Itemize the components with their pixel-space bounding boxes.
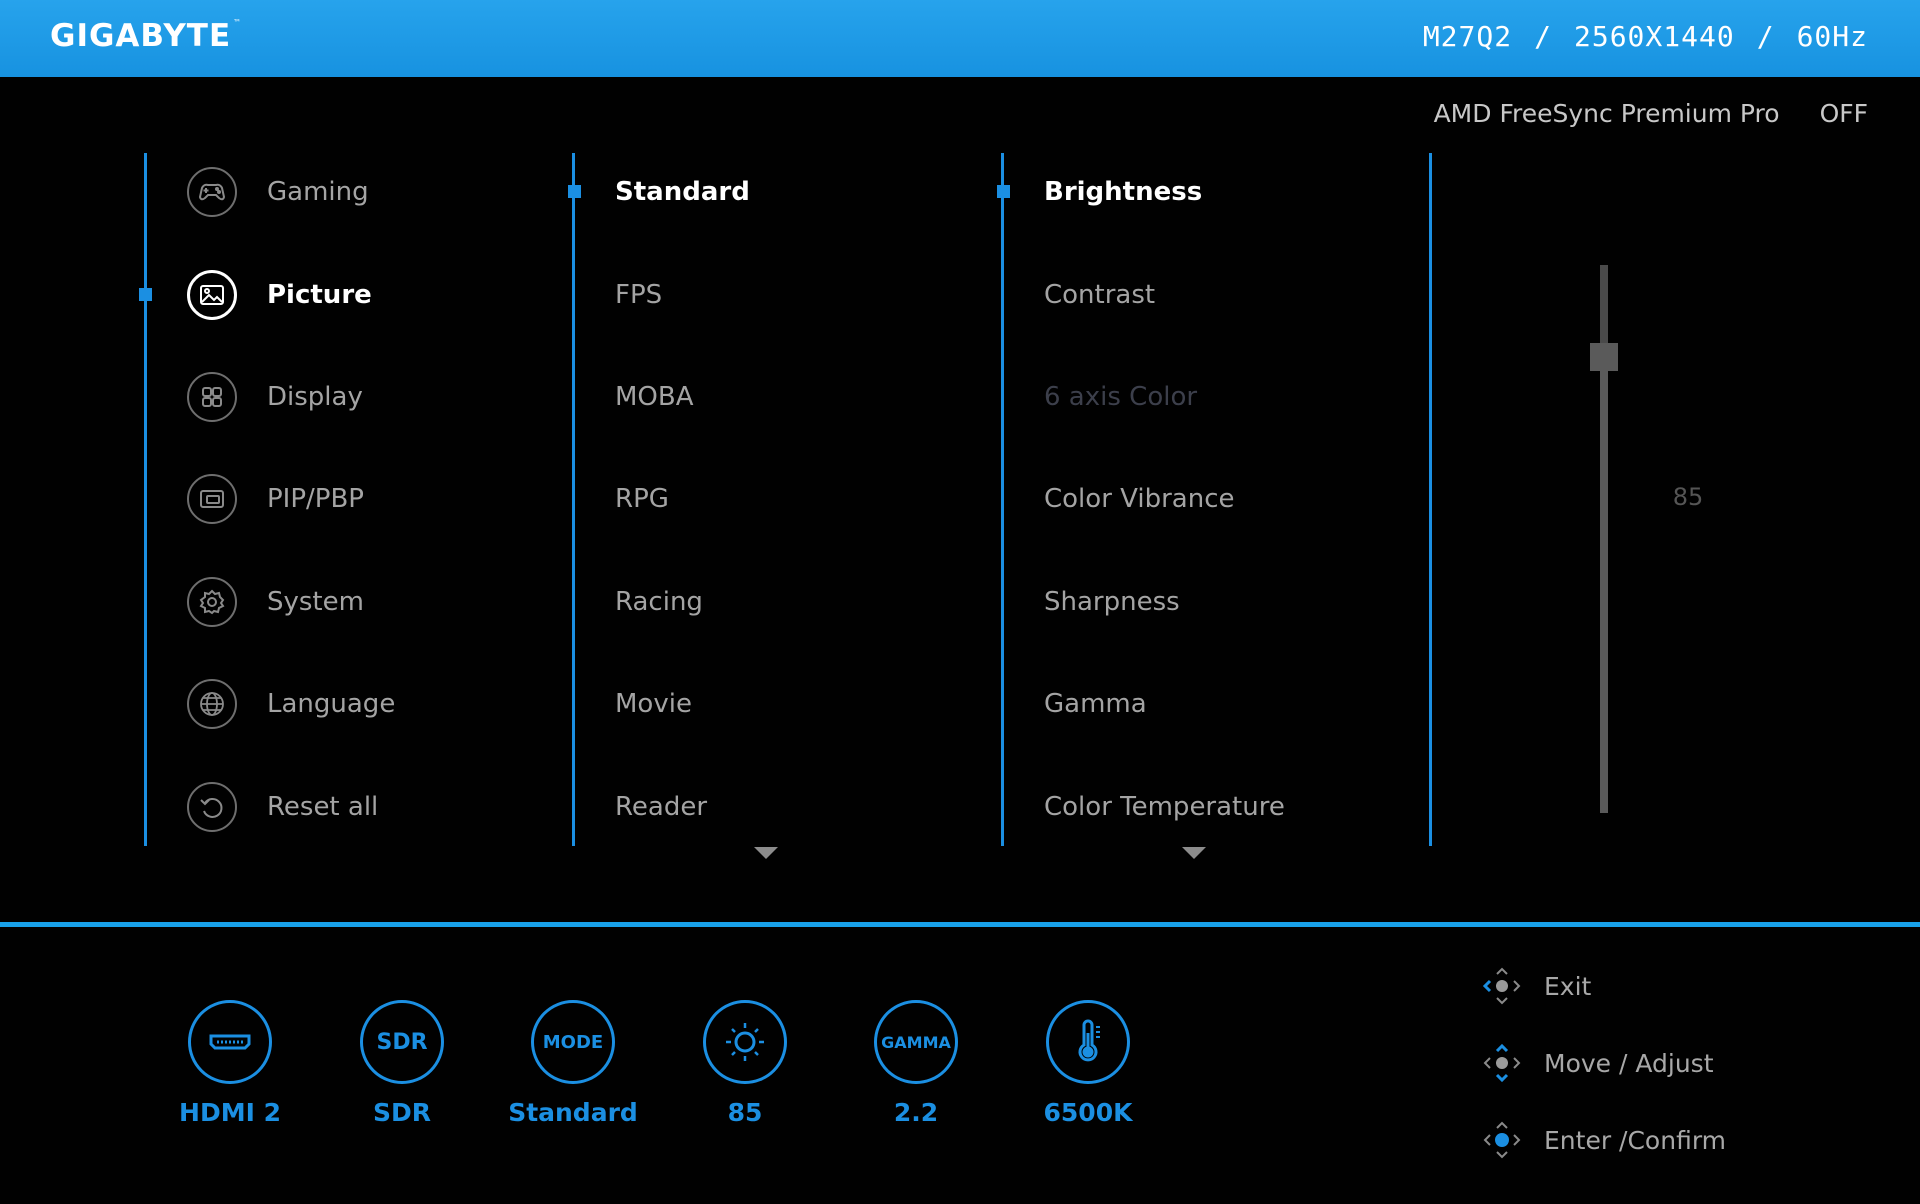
- mode-item-standard[interactable]: Standard: [615, 162, 750, 222]
- menu-item-picture[interactable]: Picture: [187, 265, 372, 325]
- setting-item-6-axis-color: 6 axis Color: [1044, 382, 1198, 412]
- mode-item-moba[interactable]: MOBA: [615, 367, 694, 427]
- freesync-status: AMD FreeSync Premium Pro OFF: [1434, 99, 1868, 128]
- settings-menu-line: [1001, 153, 1004, 846]
- slider-knob[interactable]: [1590, 343, 1618, 371]
- osd-screen: GIGABYTE ™ M27Q2 / 2560X1440 / 60Hz AMD F…: [0, 0, 1920, 1204]
- setting-item-contrast[interactable]: Contrast: [1044, 265, 1155, 325]
- menu-item-language[interactable]: Language: [187, 674, 395, 734]
- gamma-icon: GAMMA: [874, 1000, 958, 1084]
- picture-icon: [187, 270, 237, 320]
- setting-item-gamma[interactable]: Gamma: [1044, 674, 1147, 734]
- mode-item-racing[interactable]: Racing: [615, 572, 703, 632]
- status-mode: MODE Standard: [498, 1000, 648, 1127]
- status-label: SDR: [372, 1098, 431, 1127]
- menu-label: Gaming: [267, 177, 369, 207]
- setting-item-brightness[interactable]: Brightness: [1044, 162, 1202, 222]
- hdmi-icon: [188, 1000, 272, 1084]
- menu-item-reset-all[interactable]: Reset all: [187, 777, 378, 837]
- brand-logo: GIGABYTE ™: [50, 18, 243, 54]
- sdr-icon: SDR: [360, 1000, 444, 1084]
- scroll-down-arrow-icon[interactable]: [1182, 847, 1206, 859]
- menu-item-pip-pbp[interactable]: PIP/PBP: [187, 469, 364, 529]
- mode-menu-line: [572, 153, 575, 846]
- joystick-press-icon: [1483, 1121, 1521, 1159]
- brightness-icon: [703, 1000, 787, 1084]
- thermometer-icon: [1046, 1000, 1130, 1084]
- main-menu-line: [144, 153, 147, 846]
- menu-label: Reset all: [267, 792, 379, 822]
- menu-label: System: [267, 587, 364, 617]
- slider-value: 85: [1672, 483, 1704, 511]
- brightness-slider[interactable]: [1590, 265, 1618, 813]
- status-label: 6500K: [1043, 1098, 1133, 1127]
- display-icon: [187, 372, 237, 422]
- status-input: HDMI 2: [155, 1000, 305, 1127]
- mode-item-reader[interactable]: Reader: [615, 777, 707, 837]
- status-hdr: SDR SDR: [327, 1000, 477, 1127]
- hint-enter-confirm: Enter /Confirm: [1478, 1116, 1726, 1164]
- status-separator: [0, 922, 1920, 927]
- status-label: HDMI 2: [179, 1098, 281, 1127]
- hint-label: Exit: [1544, 971, 1592, 1001]
- setting-item-sharpness[interactable]: Sharpness: [1044, 572, 1180, 632]
- menu-label: Language: [267, 689, 396, 719]
- hint-label: Move / Adjust: [1544, 1048, 1714, 1078]
- reset-icon: [187, 782, 237, 832]
- setting-item-color-vibrance[interactable]: Color Vibrance: [1044, 469, 1234, 529]
- separator: /: [1534, 20, 1552, 53]
- hint-label: Enter /Confirm: [1544, 1125, 1727, 1155]
- menu-label: Picture: [267, 280, 372, 310]
- gear-icon: [187, 577, 237, 627]
- status-gamma: GAMMA 2.2: [841, 1000, 991, 1127]
- menu-item-system[interactable]: System: [187, 572, 364, 632]
- value-panel-line: [1429, 153, 1432, 846]
- menu-label: Display: [267, 382, 363, 412]
- header-info: M27Q2 / 2560X1440 / 60Hz: [1423, 20, 1868, 53]
- mode-item-rpg[interactable]: RPG: [615, 469, 669, 529]
- hint-move-adjust: Move / Adjust: [1478, 1039, 1714, 1087]
- status-label: 85: [727, 1098, 763, 1127]
- menu-item-gaming[interactable]: Gaming: [187, 162, 369, 222]
- menu-item-display[interactable]: Display: [187, 367, 363, 427]
- freesync-label: AMD FreeSync Premium Pro: [1433, 99, 1780, 128]
- joystick-updown-icon: [1483, 1043, 1521, 1083]
- separator: /: [1756, 20, 1775, 53]
- freesync-value: OFF: [1819, 99, 1868, 128]
- setting-item-color-temperature[interactable]: Color Temperature: [1044, 777, 1285, 837]
- main-menu-marker: [139, 288, 152, 301]
- status-color-temp: 6500K: [1013, 1000, 1163, 1127]
- status-label: Standard: [508, 1098, 638, 1127]
- model-name: M27Q2: [1422, 20, 1513, 53]
- mode-icon: MODE: [531, 1000, 615, 1084]
- mode-menu-marker: [568, 185, 581, 198]
- slider-fill: [1600, 343, 1608, 813]
- resolution: 2560X1440: [1573, 20, 1735, 53]
- hint-exit: Exit: [1478, 962, 1591, 1010]
- globe-icon: [187, 679, 237, 729]
- scroll-down-arrow-icon[interactable]: [754, 847, 778, 859]
- status-brightness: 85: [670, 1000, 820, 1127]
- pip-icon: [187, 474, 237, 524]
- settings-menu-marker: [997, 185, 1010, 198]
- joystick-left-icon: [1482, 967, 1521, 1005]
- gamepad-icon: [187, 167, 237, 217]
- mode-item-movie[interactable]: Movie: [615, 674, 692, 734]
- mode-item-fps[interactable]: FPS: [615, 265, 662, 325]
- header-bar: GIGABYTE ™ M27Q2 / 2560X1440 / 60Hz: [0, 0, 1920, 77]
- refresh-rate: 60Hz: [1796, 20, 1868, 53]
- menu-label: PIP/PBP: [267, 484, 364, 514]
- status-label: 2.2: [893, 1098, 939, 1127]
